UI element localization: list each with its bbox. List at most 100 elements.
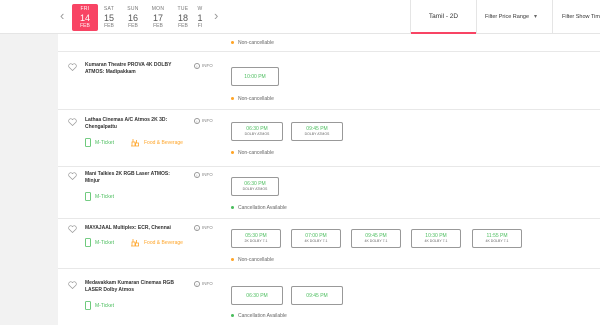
date-dow: SUN bbox=[127, 6, 139, 12]
heart-icon[interactable] bbox=[68, 172, 77, 180]
food-label: Food & Beverage bbox=[144, 239, 183, 246]
theatre-name[interactable]: MAYAJAAL Multiplex: ECR, Chennai bbox=[85, 225, 185, 232]
cancellation-policy: Non-cancellable bbox=[231, 257, 274, 263]
date-day: 16 bbox=[127, 13, 138, 23]
date-month: FEB bbox=[128, 23, 138, 29]
filter-show-time[interactable]: Filter Show Tim bbox=[562, 0, 600, 34]
info-label: INFO bbox=[202, 172, 213, 178]
status-dot bbox=[231, 97, 234, 101]
showtime-time: 09:45 PM bbox=[306, 293, 328, 299]
theatre-name[interactable]: Lathaa Cinemas A/C Atmos 2K 3D: Chengalp… bbox=[85, 117, 185, 131]
theatre-row: Medavakkam Kumaran Cinemas RGB LASER Dol… bbox=[58, 269, 600, 325]
food-icon bbox=[131, 139, 139, 147]
date-month: FEB bbox=[104, 23, 114, 29]
chevron-left-icon[interactable]: ‹ bbox=[60, 9, 64, 23]
date-dow: MON bbox=[151, 6, 165, 12]
date-wed-19[interactable]: W 1 FI bbox=[193, 6, 207, 29]
m-ticket-amenity: M-Ticket bbox=[85, 192, 114, 201]
m-ticket-label: M-Ticket bbox=[95, 302, 114, 309]
heart-icon[interactable] bbox=[68, 63, 77, 71]
showtime-format: 4K DOLBY 7.1 bbox=[304, 239, 328, 243]
mobile-icon bbox=[85, 192, 91, 201]
m-ticket-label: M-Ticket bbox=[95, 193, 114, 200]
heart-icon[interactable] bbox=[68, 225, 77, 233]
showtime-slot[interactable]: 07:00 PM 4K DOLBY 7.1 bbox=[291, 229, 341, 248]
showtime-slot[interactable]: 09:45 PM bbox=[291, 286, 343, 305]
showtime-slot[interactable]: 06:30 PM DOLBY ATMOS bbox=[231, 177, 279, 196]
date-mon-17[interactable]: MON 17 FEB bbox=[145, 6, 171, 29]
mobile-icon bbox=[85, 238, 91, 247]
m-ticket-amenity: M-Ticket bbox=[85, 301, 114, 310]
date-month: FI bbox=[197, 23, 203, 29]
cancellation-policy: Cancellation Available bbox=[231, 205, 287, 211]
status-dot bbox=[231, 151, 234, 155]
cancellation-policy: Non-cancellable bbox=[231, 40, 274, 46]
info-button[interactable]: i INFO bbox=[194, 118, 213, 124]
filter-price-label: Filter Price Range bbox=[485, 14, 530, 20]
showtime-format: 2K DOLBY 7.1 bbox=[244, 239, 268, 243]
info-icon: i bbox=[194, 63, 200, 69]
theatre-name[interactable]: Medavakkam Kumaran Cinemas RGB LASER Dol… bbox=[85, 280, 185, 294]
showtime-time: 10:00 PM bbox=[244, 74, 266, 80]
food-beverage-amenity: Food & Beverage bbox=[130, 238, 183, 247]
showtime-time: 06:30 PM bbox=[246, 293, 268, 299]
date-dow: SAT bbox=[103, 6, 115, 12]
info-button[interactable]: i INFO bbox=[194, 172, 213, 178]
tab-language[interactable]: Tamil - 2D bbox=[410, 0, 477, 34]
showtime-slot[interactable]: 11:55 PM 4K DOLBY 7.1 bbox=[472, 229, 522, 248]
mobile-icon bbox=[85, 138, 91, 147]
info-button[interactable]: i INFO bbox=[194, 225, 213, 231]
theatre-row: Mani Talkies 2K RGB Laser ATMOS: Minjur … bbox=[58, 167, 600, 219]
status-dot bbox=[231, 258, 234, 262]
showtime-slot[interactable]: 06:30 PM DOLBY ATMOS bbox=[231, 122, 283, 141]
info-button[interactable]: i INFO bbox=[194, 281, 213, 287]
top-bar: ‹ FRI 14 FEB SAT 15 FEB SUN 16 FEB MON 1… bbox=[0, 0, 600, 34]
heart-icon[interactable] bbox=[68, 118, 77, 126]
info-icon: i bbox=[194, 172, 200, 178]
showtime-slot[interactable]: 10:30 PM 4K DOLBY 7.1 bbox=[411, 229, 461, 248]
showtime-format: 4K DOLBY 7.1 bbox=[364, 239, 388, 243]
theatre-name[interactable]: Kumaran Theatre PROVA 4K DOLBY ATMOS: Ma… bbox=[85, 62, 185, 76]
info-label: INFO bbox=[202, 63, 213, 69]
status-dot bbox=[231, 41, 234, 45]
chevron-right-icon[interactable]: › bbox=[214, 9, 218, 23]
date-dow: W bbox=[197, 6, 203, 12]
showtime-slot[interactable]: 05:30 PM 2K DOLBY 7.1 bbox=[231, 229, 281, 248]
policy-text: Cancellation Available bbox=[238, 205, 287, 211]
showtime-slot[interactable]: 09:45 PM 4K DOLBY 7.1 bbox=[351, 229, 401, 248]
status-dot bbox=[231, 206, 234, 210]
info-label: INFO bbox=[202, 225, 213, 231]
date-day: 14 bbox=[79, 13, 90, 23]
policy-text: Non-cancellable bbox=[238, 40, 274, 46]
theatre-row: Non-cancellable bbox=[58, 34, 600, 52]
theatre-row: Kumaran Theatre PROVA 4K DOLBY ATMOS: Ma… bbox=[58, 52, 600, 110]
date-sun-16[interactable]: SUN 16 FEB bbox=[120, 6, 146, 29]
cancellation-policy: Cancellation Available bbox=[231, 313, 287, 319]
info-label: INFO bbox=[202, 281, 213, 287]
policy-text: Non-cancellable bbox=[238, 96, 274, 102]
date-sat-15[interactable]: SAT 15 FEB bbox=[96, 6, 122, 29]
date-dow: FRI bbox=[80, 6, 90, 12]
showtime-format: 4K DOLBY 7.1 bbox=[485, 239, 509, 243]
info-button[interactable]: i INFO bbox=[194, 63, 213, 69]
info-icon: i bbox=[194, 281, 200, 287]
food-icon bbox=[131, 239, 139, 247]
m-ticket-label: M-Ticket bbox=[95, 139, 114, 146]
showtime-slot[interactable]: 06:30 PM bbox=[231, 286, 283, 305]
theatre-list: Non-cancellable Kumaran Theatre PROVA 4K… bbox=[58, 34, 600, 325]
theatre-row: Lathaa Cinemas A/C Atmos 2K 3D: Chengalp… bbox=[58, 110, 600, 167]
food-label: Food & Beverage bbox=[144, 139, 183, 146]
date-month: FEB bbox=[80, 23, 90, 29]
heart-icon[interactable] bbox=[68, 281, 77, 289]
mobile-icon bbox=[85, 301, 91, 310]
showtime-slot[interactable]: 09:45 PM DOLBY ATMOS bbox=[291, 122, 343, 141]
showtime-format: DOLBY ATMOS bbox=[304, 132, 330, 136]
chevron-down-icon: ▾ bbox=[534, 14, 538, 20]
status-dot bbox=[231, 314, 234, 318]
info-label: INFO bbox=[202, 118, 213, 124]
filter-show-time-label: Filter Show Tim bbox=[562, 14, 600, 20]
date-fri-14[interactable]: FRI 14 FEB bbox=[72, 4, 98, 31]
filter-price-range[interactable]: Filter Price Range ▾ bbox=[485, 0, 553, 34]
showtime-slot[interactable]: 10:00 PM bbox=[231, 67, 279, 86]
theatre-name[interactable]: Mani Talkies 2K RGB Laser ATMOS: Minjur bbox=[85, 171, 185, 185]
